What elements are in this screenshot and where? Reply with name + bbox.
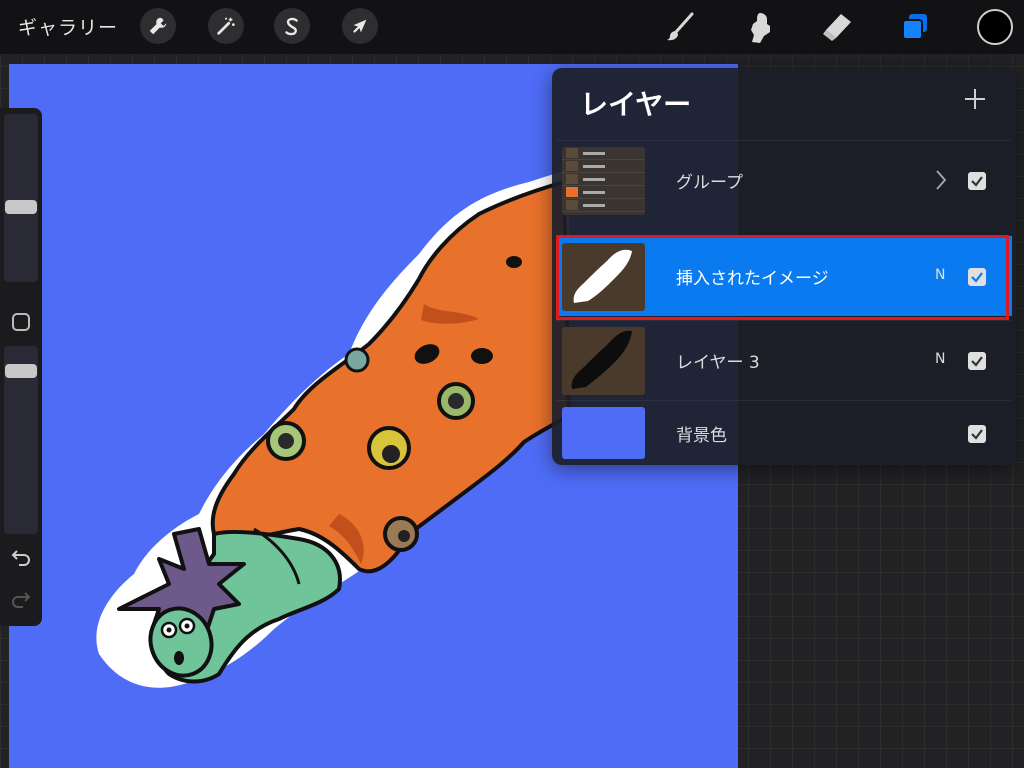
visibility-checkbox[interactable] bbox=[968, 172, 986, 190]
brush-size-slider[interactable] bbox=[4, 114, 38, 282]
brush-size-thumb[interactable] bbox=[5, 200, 37, 214]
magic-wand-icon[interactable] bbox=[208, 8, 244, 44]
move-arrow-icon[interactable] bbox=[342, 8, 378, 44]
left-sidebar bbox=[0, 108, 42, 626]
wrench-icon[interactable] bbox=[140, 8, 176, 44]
layer-row-background-color[interactable]: 背景色 bbox=[556, 400, 1012, 465]
visibility-checkbox[interactable] bbox=[968, 352, 986, 370]
modify-button[interactable] bbox=[12, 313, 30, 331]
selected-layer-highlight bbox=[556, 235, 1009, 320]
layer-thumbnail bbox=[562, 407, 645, 459]
layer-name: 背景色 bbox=[676, 426, 727, 446]
layer-thumbnail bbox=[562, 147, 645, 215]
layer-thumbnail bbox=[562, 327, 645, 395]
selection-s-icon[interactable] bbox=[274, 8, 310, 44]
layer-name: レイヤー 3 bbox=[676, 353, 760, 373]
layers-icon[interactable] bbox=[898, 10, 932, 44]
eraser-icon[interactable] bbox=[820, 10, 854, 44]
redo-icon[interactable] bbox=[10, 588, 32, 610]
gallery-button[interactable]: ギャラリー bbox=[18, 13, 118, 40]
opacity-thumb[interactable] bbox=[5, 364, 37, 378]
layers-panel-title: レイヤー bbox=[580, 88, 692, 121]
top-toolbar: ギャラリー bbox=[0, 0, 1024, 54]
brush-icon[interactable] bbox=[664, 10, 698, 44]
plus-icon[interactable] bbox=[962, 86, 988, 112]
layer-row-group[interactable]: グループ bbox=[556, 140, 1012, 220]
smudge-icon[interactable] bbox=[744, 10, 778, 44]
visibility-checkbox[interactable] bbox=[968, 425, 986, 443]
undo-icon[interactable] bbox=[10, 546, 32, 568]
layer-name: グループ bbox=[676, 173, 743, 193]
blend-mode-label[interactable]: N bbox=[935, 351, 945, 367]
chevron-right-icon[interactable] bbox=[934, 168, 948, 192]
color-swatch[interactable] bbox=[977, 9, 1013, 45]
layer-row-layer-3[interactable]: レイヤー 3 N bbox=[556, 320, 1012, 400]
